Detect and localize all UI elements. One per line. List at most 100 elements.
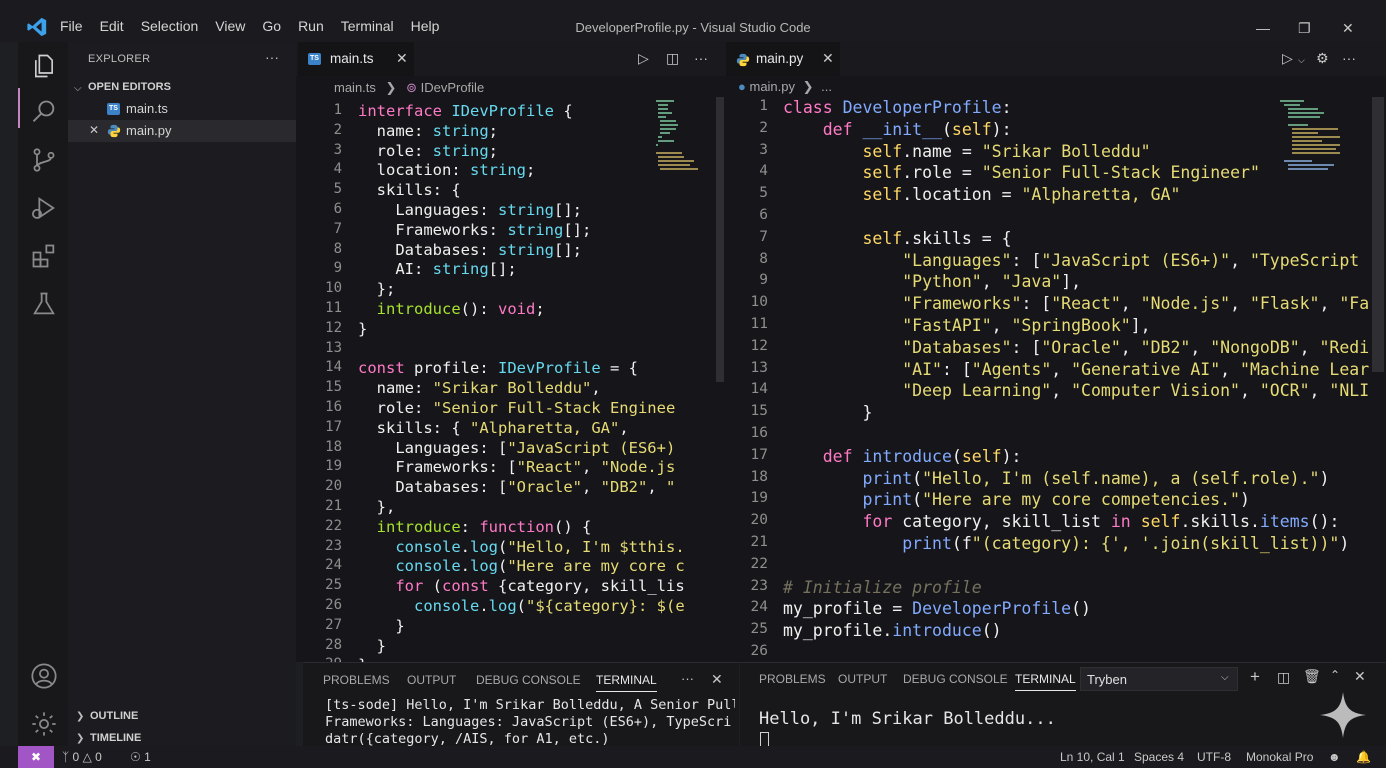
breadcrumb-symbol[interactable]: IDevProfile — [421, 80, 485, 95]
tab-main-py[interactable]: main.py ✕ — [726, 42, 840, 76]
line-number: 3 — [333, 141, 342, 158]
tab-output[interactable]: OUTPUT — [838, 672, 887, 686]
split-editor-icon[interactable]: ◫ — [666, 50, 679, 67]
code-text: Databases: ["Oracle", "DB2", " — [395, 478, 676, 497]
line-number: 1 — [759, 98, 768, 114]
code-text: } — [358, 636, 386, 655]
line-number: 23 — [325, 537, 342, 554]
line-number: 10 — [750, 294, 768, 311]
cursor-position[interactable]: Ln 10, Cal 1 — [1060, 750, 1125, 764]
tab-main-ts[interactable]: TS main.ts ✕ — [298, 42, 414, 76]
more-actions-icon[interactable]: ··· — [681, 671, 694, 686]
code-text: name: "Srikar Bolleddu", — [376, 379, 601, 398]
trash-icon[interactable]: 🗑 — [1303, 668, 1321, 685]
line-number: 1 — [333, 102, 342, 118]
line-number: 28 — [325, 636, 342, 653]
chevron-right-icon[interactable]: ❯ — [76, 733, 84, 744]
code-text: } — [783, 403, 873, 423]
code-text: }; — [358, 280, 396, 299]
line-number: 20 — [325, 478, 342, 495]
python-file-icon — [736, 53, 750, 67]
line-number: 26 — [750, 643, 768, 659]
terminal-select-value: Tryben — [1087, 672, 1127, 687]
feedback-icon[interactable]: ☻ — [1328, 750, 1341, 764]
minimap[interactable] — [654, 97, 710, 177]
close-editor-icon[interactable]: ✕ — [89, 123, 99, 137]
encoding-status[interactable]: UTF-8 — [1197, 750, 1231, 764]
source-control-icon[interactable] — [30, 146, 58, 174]
tab-terminal[interactable]: TERMINAL — [596, 673, 657, 692]
line-number: 21 — [750, 534, 768, 550]
minimize-icon[interactable]: — — [1256, 20, 1270, 36]
close-tab-icon[interactable]: ✕ — [396, 50, 408, 67]
tab-debug-console[interactable]: DEBUG CONSOLE — [476, 673, 581, 687]
close-tab-icon[interactable]: ✕ — [822, 50, 834, 67]
code-text: Frameworks: string[]; — [395, 220, 592, 239]
more-actions-icon[interactable]: ··· — [694, 50, 708, 66]
run-debug-icon[interactable] — [30, 194, 58, 222]
notifications-bell-icon[interactable]: 🔔 — [1356, 750, 1371, 764]
debug-settings-icon[interactable]: ⚙ — [1316, 50, 1329, 67]
code-text: }, — [358, 498, 396, 516]
title-bar: File Edit Selection View Go Run Terminal… — [0, 0, 1386, 42]
close-panel-icon[interactable]: ✕ — [711, 671, 723, 688]
split-terminal-icon[interactable]: ◫ — [1277, 669, 1290, 686]
minimap[interactable] — [1278, 97, 1358, 177]
code-text: } — [358, 616, 405, 635]
run-icon[interactable]: ▷ — [1282, 50, 1293, 67]
line-number: 27 — [325, 616, 342, 633]
more-actions-icon[interactable]: ··· — [265, 49, 279, 65]
new-terminal-icon[interactable]: + — [1250, 667, 1260, 687]
tab-output[interactable]: OUTPUT — [407, 673, 456, 687]
remote-indicator-icon[interactable]: ✖ — [18, 746, 54, 768]
terminal-select[interactable]: Tryben ⌵ — [1080, 667, 1238, 691]
open-editor-main-py[interactable]: ✕ main.py — [68, 120, 296, 142]
restore-icon[interactable]: ❐ — [1298, 20, 1311, 37]
account-icon[interactable] — [30, 662, 58, 690]
testing-icon[interactable] — [30, 290, 58, 318]
line-number: 16 — [325, 399, 342, 415]
ports-status[interactable]: ☉ 1 — [130, 750, 151, 764]
line-number: 15 — [325, 379, 342, 396]
theme-status[interactable]: Monokal Pro — [1246, 750, 1313, 764]
tab-problems[interactable]: PROBLEMS — [759, 672, 826, 686]
maximize-panel-icon[interactable]: ⌃ — [1330, 668, 1340, 682]
line-number: 17 — [750, 446, 768, 463]
line-number: 25 — [325, 577, 342, 594]
code-text: console.log("${category}: $(e — [414, 597, 685, 615]
breadcrumb-more[interactable]: ... — [821, 79, 832, 94]
vertical-scrollbar[interactable] — [1372, 97, 1384, 372]
run-icon[interactable]: ▷ — [638, 50, 649, 67]
line-number: 19 — [750, 490, 768, 507]
line-number: 9 — [333, 260, 342, 277]
vertical-scrollbar[interactable] — [716, 97, 724, 382]
explorer-icon[interactable] — [30, 52, 58, 80]
search-icon[interactable] — [30, 98, 58, 126]
terminal-output: Hello, I'm Srikar Bolleddu... — [759, 709, 1056, 729]
chevron-right-icon[interactable]: ❯ — [76, 711, 84, 722]
close-panel-icon[interactable]: ✕ — [1354, 668, 1366, 685]
code-text: introduce(): void; — [376, 300, 545, 318]
code-text: Databases: string[]; — [395, 240, 582, 259]
indentation-status[interactable]: Spaces 4 — [1134, 750, 1184, 764]
open-editor-main-ts[interactable]: TS main.ts — [68, 98, 296, 120]
tab-debug-console[interactable]: DEBUG CONSOLE — [903, 672, 1008, 686]
editor-group-right: main.py ✕ ▷ ⌵ ⚙ ··· ● main.py ❯ ... 1 cla… — [724, 42, 1386, 662]
gear-icon[interactable] — [30, 710, 58, 738]
extensions-icon[interactable] — [30, 242, 58, 270]
tab-problems[interactable]: PROBLEMS — [323, 673, 390, 687]
line-number: 15 — [750, 403, 768, 420]
run-dropdown-icon[interactable]: ⌵ — [1298, 55, 1305, 66]
outline-header[interactable]: OUTLINE — [90, 710, 138, 722]
breadcrumb-file[interactable]: main.ts — [334, 80, 376, 95]
close-window-icon[interactable]: ✕ — [1342, 20, 1354, 37]
chevron-down-icon[interactable]: ⌵ — [74, 83, 82, 94]
line-number: 3 — [759, 141, 768, 158]
more-actions-icon[interactable]: ··· — [1342, 50, 1356, 66]
tab-terminal[interactable]: TERMINAL — [1015, 672, 1076, 691]
timeline-header[interactable]: TIMELINE — [90, 732, 141, 744]
code-text: "AI": ["Agents", "Generative AI", "Machi… — [902, 359, 1370, 379]
breadcrumb-file[interactable]: main.py — [749, 79, 795, 94]
open-editors-header[interactable]: OPEN EDITORS — [88, 81, 171, 93]
problems-status[interactable]: ᛉ 0 △ 0 — [62, 750, 102, 764]
